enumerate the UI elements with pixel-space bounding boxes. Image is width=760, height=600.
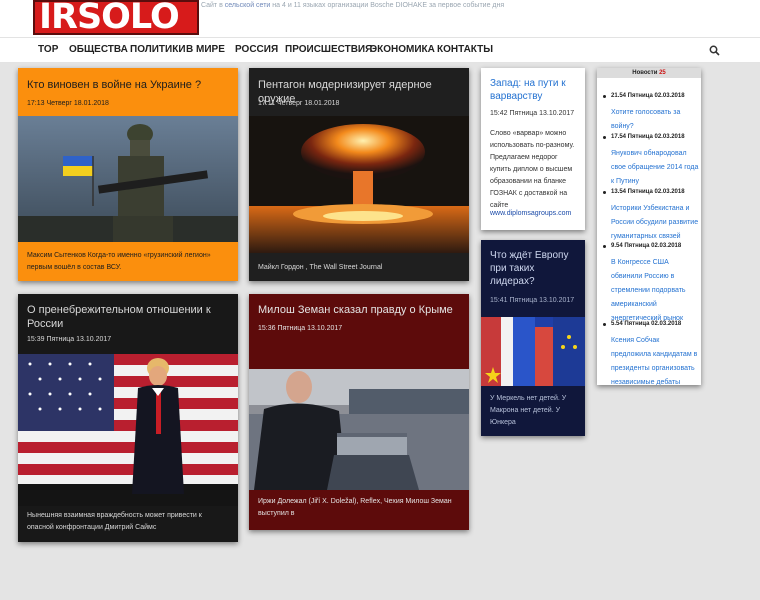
card-caption: У Меркель нет детей. У Макрона нет детей… bbox=[490, 395, 567, 426]
article-image[interactable] bbox=[481, 317, 585, 386]
article-image[interactable] bbox=[249, 369, 469, 490]
card-caption: Майкл Гордон , The Wall Street Journal bbox=[258, 264, 383, 271]
card-caption: Иржи Долежал (Jiří X. Doležal), Reflex, … bbox=[258, 498, 452, 517]
search-icon[interactable] bbox=[709, 45, 720, 56]
bullet-icon bbox=[603, 323, 606, 326]
nav-item-russia[interactable]: РОССИЯ bbox=[235, 44, 278, 55]
site-logo[interactable]: IRSOLO bbox=[33, 0, 199, 35]
nav-item-top[interactable]: TOP bbox=[38, 44, 58, 55]
article-card-pentagon[interactable]: Пентагон модернизирует ядерное оружие 17… bbox=[249, 68, 469, 281]
ad-link[interactable]: www.diplomsagroups.com bbox=[490, 208, 577, 220]
bullet-icon bbox=[603, 191, 606, 194]
article-card-zeman[interactable]: Милош Земан сказал правду о Крыме 15:36 … bbox=[249, 294, 469, 530]
article-card-europe[interactable]: Что ждёт Европу при таких лидерах? 15:41… bbox=[481, 240, 585, 436]
news-date: 21.54 Пятница 02.03.2018 bbox=[611, 93, 685, 99]
logo-text: IRSOLO bbox=[39, 0, 180, 35]
card-date: 15:36 Пятница 13.10.2017 bbox=[258, 325, 343, 332]
bullet-icon bbox=[603, 95, 606, 98]
news-link[interactable]: Янукович обнародовал свое обращение 2014… bbox=[611, 147, 699, 189]
news-count: 25 bbox=[659, 70, 666, 76]
news-date: 13.54 Пятница 02.03.2018 bbox=[611, 189, 685, 195]
news-link[interactable]: Хотите голосовать за войну? bbox=[611, 106, 699, 134]
news-date: 17.54 Пятница 02.03.2018 bbox=[611, 134, 685, 140]
news-heading-label: Новости bbox=[632, 70, 658, 76]
main-nav: TOP ОБЩЕСТВА ПОЛИТИКИ В МИРЕ РОССИЯ ПРОИ… bbox=[0, 37, 760, 63]
nav-item-contacts[interactable]: КОНТАКТЫ bbox=[437, 44, 493, 55]
news-date: 5.54 Пятница 02.03.2018 bbox=[611, 321, 682, 327]
news-heading: Новости 25 bbox=[597, 68, 701, 78]
article-image[interactable] bbox=[18, 116, 238, 242]
card-caption: Максим Сытенков Когда-то именно «грузинс… bbox=[27, 252, 211, 271]
article-card-barbarism[interactable]: Запад: на пути к варварству 15:42 Пятниц… bbox=[481, 68, 585, 230]
news-link[interactable]: Историки Узбекистана и России обсудили р… bbox=[611, 202, 699, 244]
site-tagline: Сайт в сельской сети на 4 и 11 языках ор… bbox=[201, 2, 504, 9]
card-title[interactable]: Кто виновен в войне на Украине ? bbox=[27, 78, 230, 92]
card-title[interactable]: Милош Земан сказал правду о Крыме bbox=[258, 303, 461, 317]
nav-item-world[interactable]: В МИРЕ bbox=[186, 44, 225, 55]
card-title[interactable]: Что ждёт Европу при таких лидерах? bbox=[490, 249, 577, 288]
card-date: 15:39 Пятница 13.10.2017 bbox=[27, 336, 112, 343]
article-image[interactable] bbox=[18, 354, 238, 506]
tagline-link[interactable]: сельской сети bbox=[225, 2, 271, 9]
nav-item-politics[interactable]: ПОЛИТИКИ bbox=[130, 44, 186, 55]
card-title[interactable]: О пренебрежительном отношении к России bbox=[27, 303, 230, 331]
card-caption: Слово «варвар» можно использовать по-раз… bbox=[490, 130, 575, 209]
article-image[interactable] bbox=[249, 116, 469, 253]
bullet-icon bbox=[603, 245, 606, 248]
tagline-part-1: Сайт в bbox=[201, 2, 225, 9]
card-date: 17:11 Четверг 18.01.2018 bbox=[258, 100, 340, 107]
card-date: 17:13 Четверг 18.01.2018 bbox=[27, 100, 109, 107]
nav-item-society[interactable]: ОБЩЕСТВА bbox=[69, 44, 128, 55]
article-card-russia-attitude[interactable]: О пренебрежительном отношении к России 1… bbox=[18, 294, 238, 542]
nav-item-incidents[interactable]: ПРОИСШЕСТВИЯ bbox=[285, 44, 372, 55]
bullet-icon bbox=[603, 136, 606, 139]
news-link[interactable]: Ксения Собчак предложила кандидатам в пр… bbox=[611, 334, 699, 385]
tagline-part-3: на 4 и 11 языках организации Bosche DIOH… bbox=[270, 2, 505, 9]
top-bar: IRSOLO Сайт в сельской сети на 4 и 11 яз… bbox=[0, 0, 760, 37]
card-date: 15:42 Пятница 13.10.2017 bbox=[490, 110, 575, 117]
nav-item-economy[interactable]: ЭКОНОМИКА bbox=[370, 44, 435, 55]
card-title[interactable]: Запад: на пути к варварству bbox=[490, 77, 577, 103]
card-date: 15:41 Пятница 13.10.2017 bbox=[490, 297, 575, 304]
card-caption: Нынешняя взаимная враждебность может при… bbox=[27, 512, 202, 531]
news-sidebar: Новости 25 21.54 Пятница 02.03.2018 Хоти… bbox=[597, 68, 701, 385]
article-card-ukraine-war[interactable]: Кто виновен в войне на Украине ? 17:13 Ч… bbox=[18, 68, 238, 281]
news-link[interactable]: В Конгрессе США обвинили Россию в стремл… bbox=[611, 256, 699, 326]
news-date: 9.54 Пятница 02.03.2018 bbox=[611, 243, 682, 249]
